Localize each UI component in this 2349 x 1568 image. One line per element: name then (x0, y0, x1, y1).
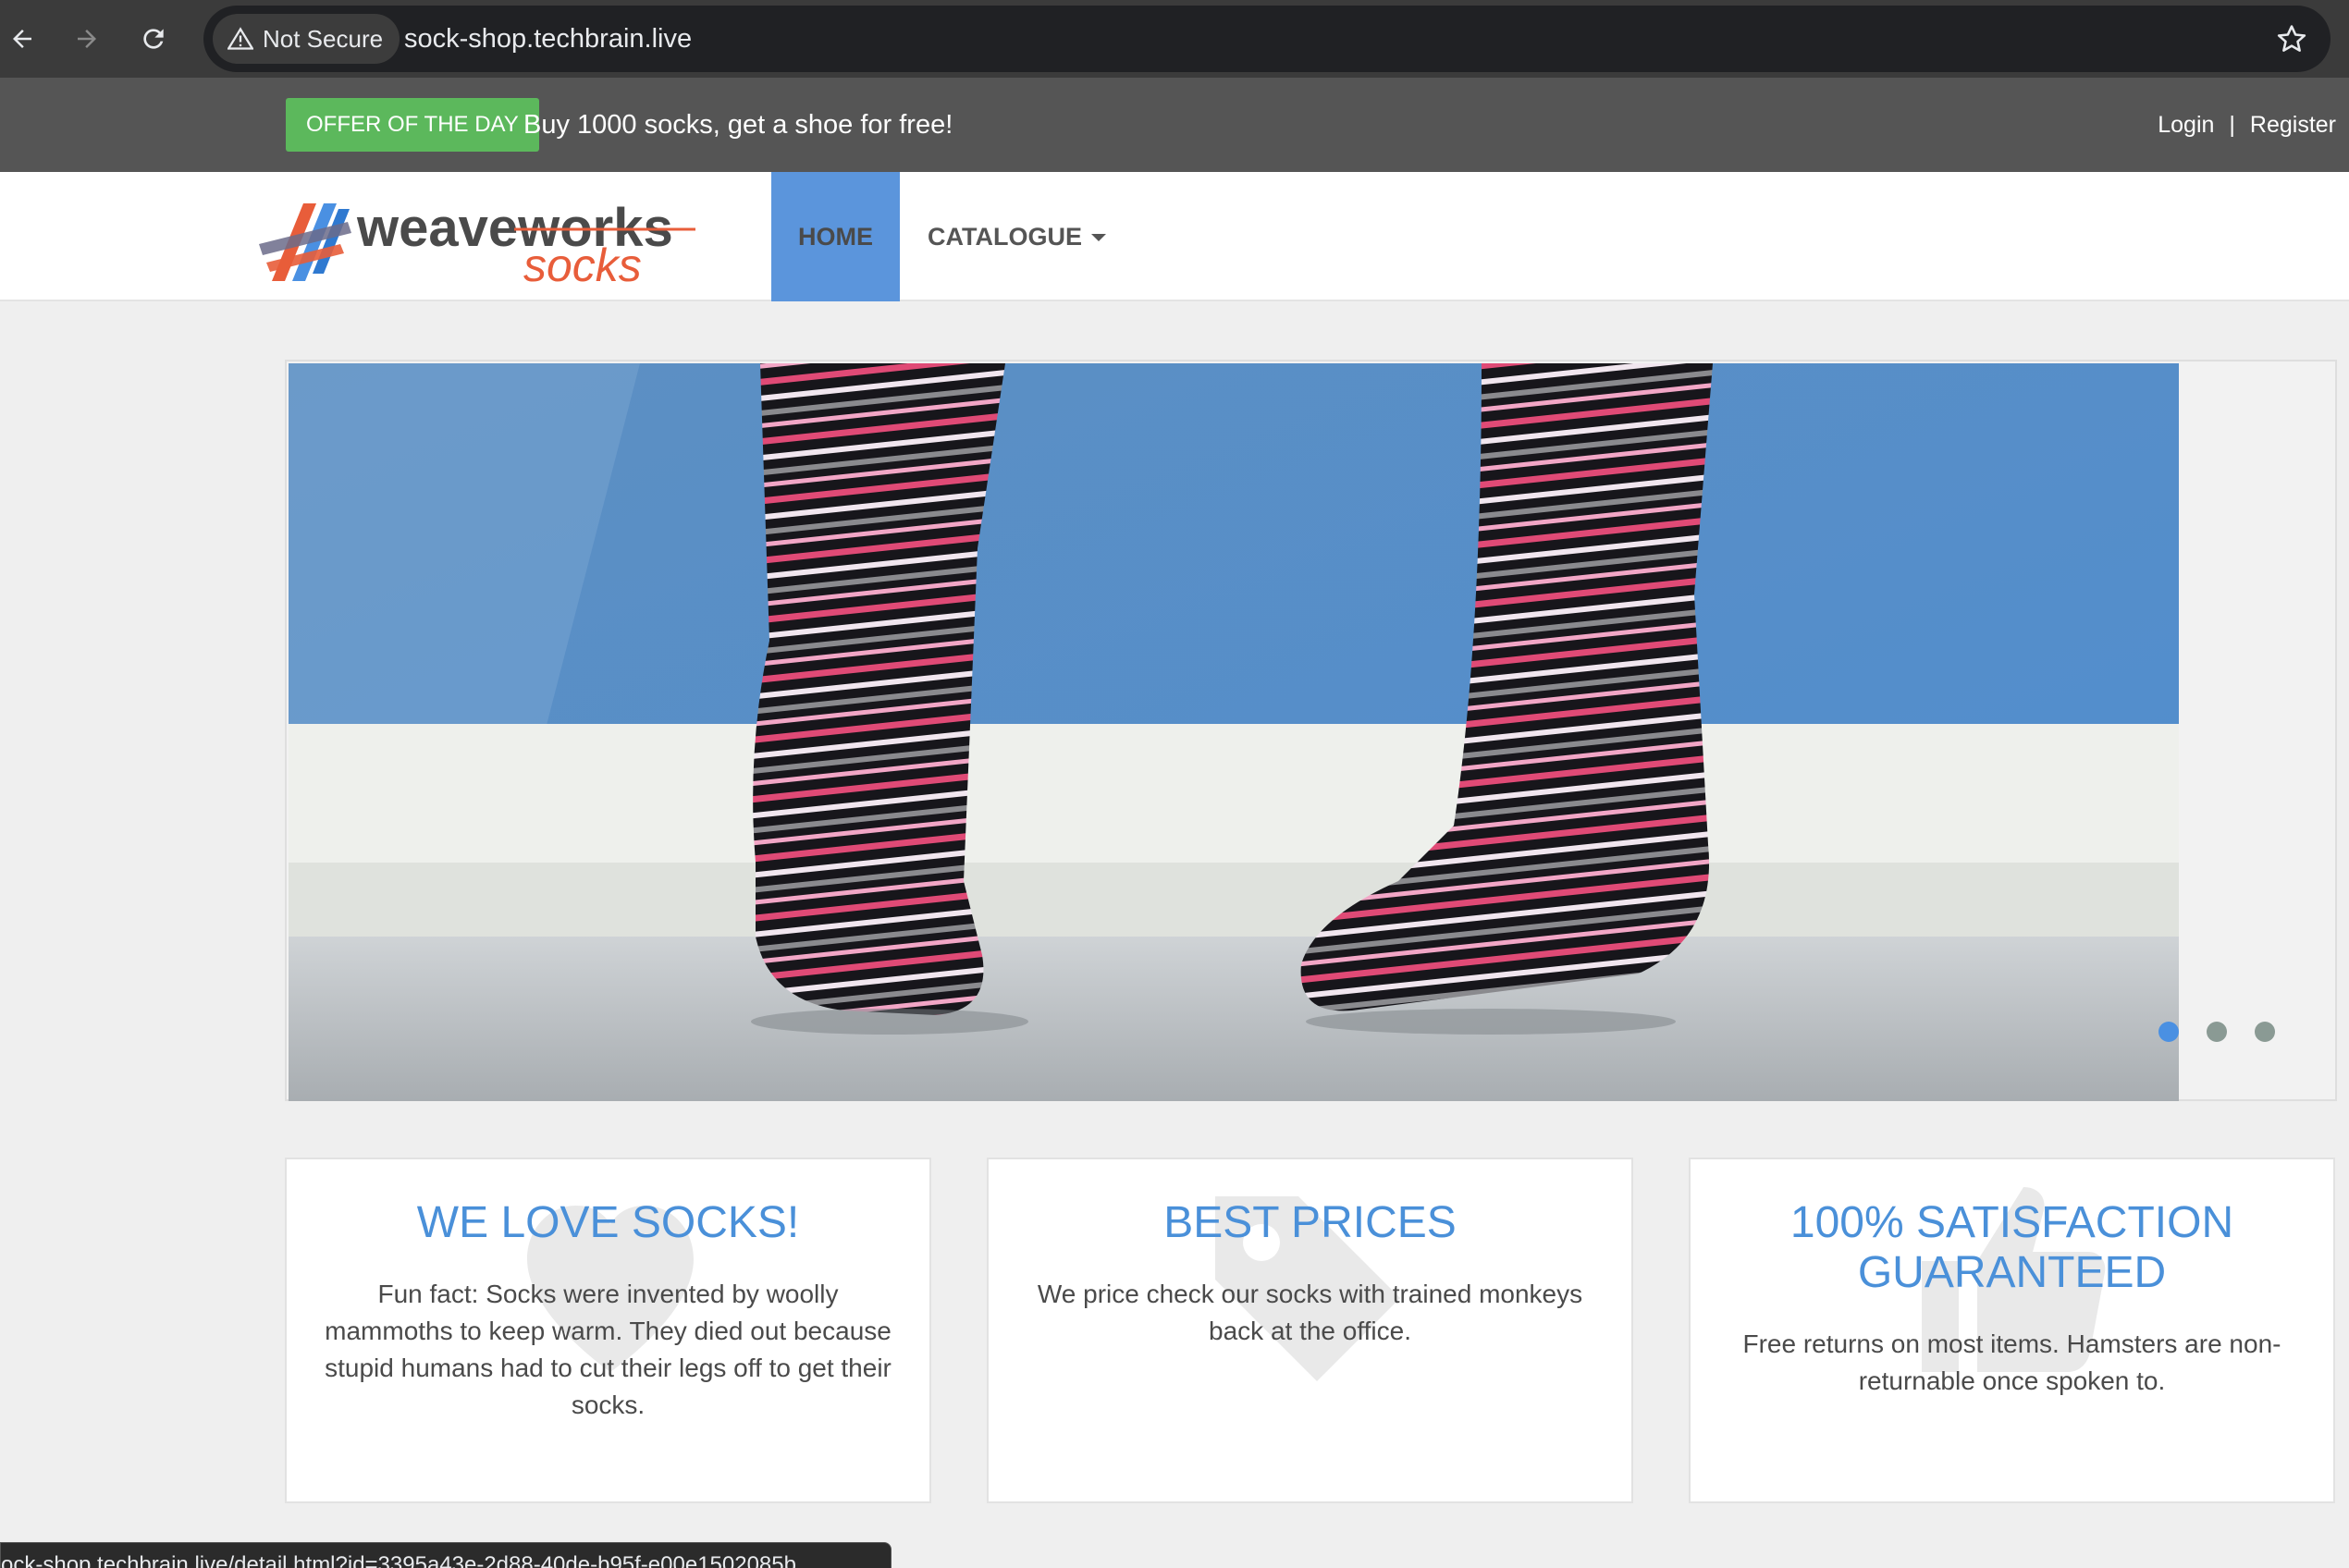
offer-text: Buy 1000 socks, get a shoe for free! (523, 109, 953, 140)
carousel-indicators (2158, 1022, 2275, 1042)
arrow-left-icon (13, 30, 31, 48)
register-link[interactable]: Register (2250, 112, 2336, 139)
address-bar[interactable]: Not Secure sock-shop.techbrain.live (203, 6, 2331, 72)
feature-box-best-prices: BEST PRICES We price check our socks wit… (987, 1158, 1633, 1503)
nav-catalogue-label: CATALOGUE (928, 222, 1082, 251)
nav-home[interactable]: HOME (771, 172, 900, 301)
warning-icon (228, 27, 253, 50)
arrow-right-icon (78, 30, 96, 48)
browser-toolbar: Not Secure sock-shop.techbrain.live (0, 0, 2349, 78)
main-navbar: weaveworks socks HOME CATALOGUE (0, 172, 2349, 301)
forward-button[interactable] (65, 17, 109, 61)
auth-separator: | (2229, 111, 2235, 138)
offer-badge[interactable]: OFFER OF THE DAY (286, 98, 539, 152)
reload-icon (143, 29, 164, 49)
logo-word-socks: socks (523, 239, 642, 290)
offer-bar: OFFER OF THE DAY Buy 1000 socks, get a s… (0, 78, 2349, 172)
feature-title: BEST PRICES (1163, 1198, 1457, 1247)
feature-box-satisfaction: 100% SATISFACTION GUARANTEED Free return… (1689, 1158, 2335, 1503)
feature-text: We price check our socks with trained mo… (1037, 1280, 1583, 1345)
back-button[interactable] (0, 17, 44, 61)
hero-carousel[interactable] (285, 360, 2337, 1101)
caret-down-icon (1090, 234, 1106, 241)
security-chip[interactable]: Not Secure (213, 14, 400, 64)
status-link-preview: ock-shop.techbrain.live/detail.html?id=3… (0, 1542, 892, 1568)
carousel-slide-image (289, 363, 2179, 1101)
feature-text: Fun fact: Socks were invented by woolly … (325, 1280, 892, 1419)
login-link[interactable]: Login (2158, 112, 2214, 139)
reload-button[interactable] (131, 17, 176, 61)
feature-title: WE LOVE SOCKS! (416, 1198, 800, 1247)
security-label: Not Secure (263, 24, 384, 53)
feature-box-love-socks: WE LOVE SOCKS! Fun fact: Socks were inve… (285, 1158, 931, 1503)
carousel-dot-1[interactable] (2158, 1022, 2179, 1042)
carousel-dot-2[interactable] (2207, 1022, 2227, 1042)
logo-mark-icon: weaveworks socks (259, 198, 695, 291)
striped-socks-image (289, 363, 2179, 1101)
bookmark-button[interactable] (2271, 18, 2312, 59)
star-icon (2277, 25, 2306, 52)
url-text[interactable]: sock-shop.techbrain.live (404, 6, 692, 72)
auth-links: Login | Register (2158, 98, 2336, 152)
carousel-dot-3[interactable] (2255, 1022, 2275, 1042)
weaveworks-socks-logo[interactable]: weaveworks socks (255, 189, 699, 291)
nav-catalogue[interactable]: CATALOGUE (928, 172, 1106, 301)
feature-text: Free returns on most items. Hamsters are… (1742, 1329, 2281, 1395)
feature-title: 100% SATISFACTION GUARANTEED (1789, 1198, 2234, 1297)
